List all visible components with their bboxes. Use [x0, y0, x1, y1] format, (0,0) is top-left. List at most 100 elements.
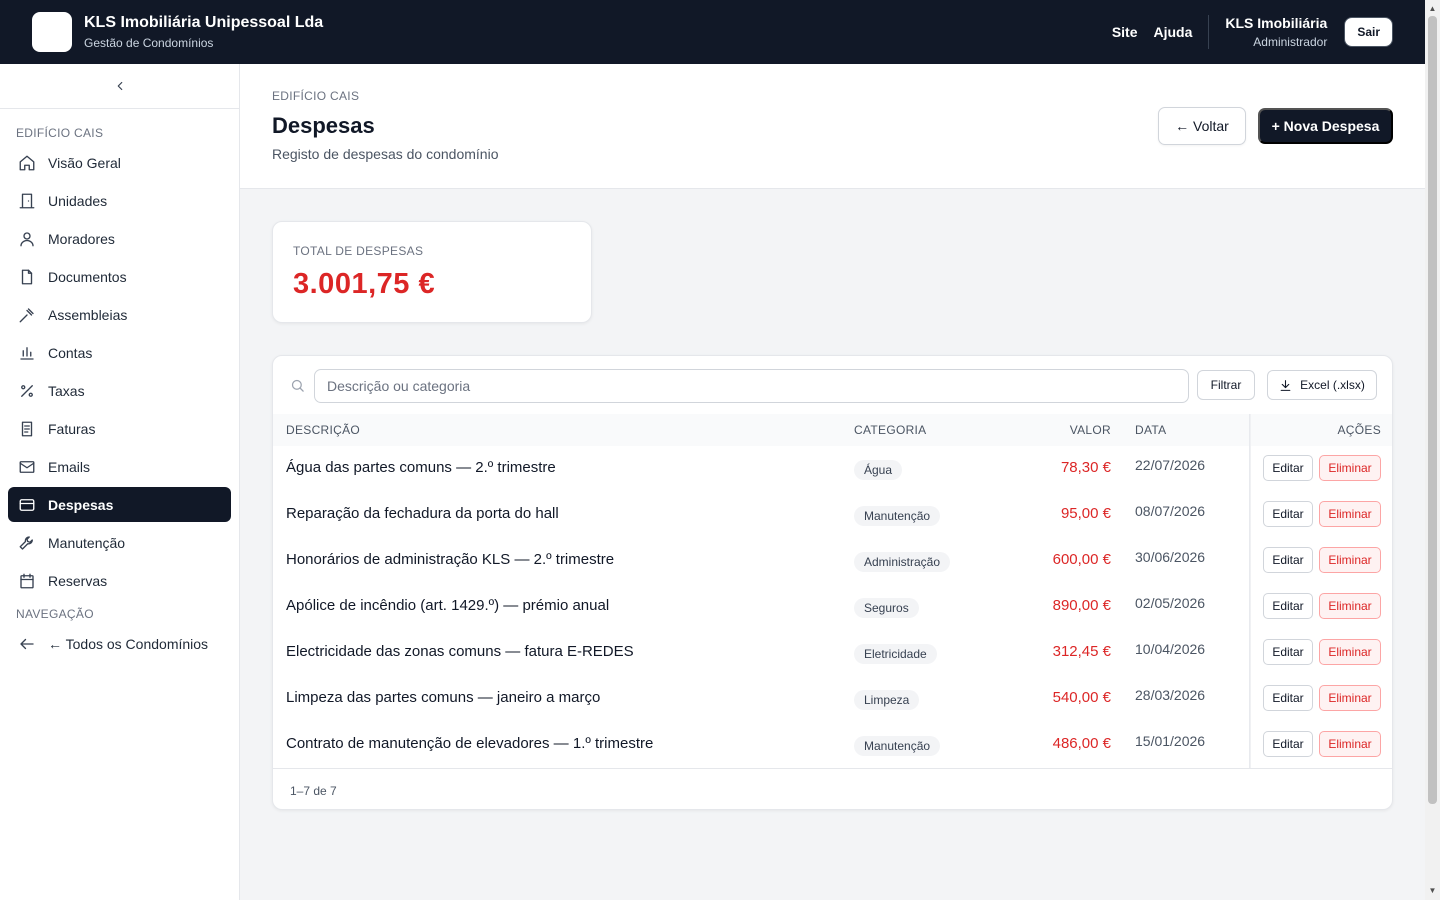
new-expense-button[interactable]: + Nova Despesa	[1258, 108, 1393, 144]
expense-description: Reparação da fechadura da porta do hall	[286, 505, 559, 522]
edit-button[interactable]: Editar	[1263, 547, 1313, 573]
arrow-left-icon	[18, 635, 36, 653]
expense-date: 22/07/2026	[1135, 457, 1206, 473]
credit-card-icon	[18, 496, 36, 514]
sidebar-item-label: Faturas	[48, 420, 96, 437]
sidebar-item-label: Visão Geral	[48, 154, 121, 171]
top-right: Site Ajuda KLS Imobiliária Administrador…	[1096, 14, 1393, 50]
receipt-icon	[18, 420, 36, 438]
column-header-category[interactable]: CATEGORIA	[854, 423, 927, 437]
edit-button[interactable]: Editar	[1263, 731, 1313, 757]
expense-date: 08/07/2026	[1135, 503, 1206, 519]
category-badge: Eletricidade	[854, 644, 937, 664]
company-name: KLS Imobiliária Unipessoal Lda	[84, 14, 324, 31]
sidebar-item-label: Reservas	[48, 572, 108, 589]
edit-button[interactable]: Editar	[1263, 639, 1313, 665]
logout-button[interactable]: Sair	[1344, 17, 1393, 47]
sidebar-nav-list: ← Todos os Condomínios	[0, 626, 239, 661]
top-bar: KLS Imobiliária Unipessoal Lda Gestão de…	[0, 0, 1425, 64]
sidebar-item-all-condominiums[interactable]: ← Todos os Condomínios	[8, 626, 231, 661]
expense-value: 95,00 €	[1060, 505, 1111, 522]
column-header-description[interactable]: DESCRIÇÃO	[286, 423, 360, 437]
brand: KLS Imobiliária Unipessoal Lda Gestão de…	[84, 13, 323, 51]
filter-button[interactable]: Filtrar	[1197, 370, 1255, 400]
expense-value: 486,00 €	[1052, 735, 1111, 752]
expense-value: 540,00 €	[1052, 689, 1111, 706]
user-name: KLS Imobiliária	[1225, 15, 1328, 31]
sidebar-item-manutencao[interactable]: Manutenção	[8, 525, 231, 560]
export-excel-button[interactable]: Excel (.xlsx)	[1267, 370, 1377, 400]
sidebar-item-taxas[interactable]: Taxas	[8, 373, 231, 408]
site-link[interactable]: Site	[1112, 24, 1138, 40]
expense-date: 02/05/2026	[1135, 595, 1206, 611]
category-badge: Manutenção	[854, 506, 941, 526]
column-header-date[interactable]: DATA	[1135, 423, 1166, 437]
expense-date: 30/06/2026	[1135, 549, 1206, 565]
delete-button[interactable]: Eliminar	[1319, 685, 1381, 711]
company-logo	[32, 12, 72, 52]
expense-description: Apólice de incêndio (art. 1429.º) — prém…	[286, 597, 610, 614]
sidebar-item-documentos[interactable]: Documentos	[8, 259, 231, 294]
search-input[interactable]	[314, 369, 1189, 403]
delete-button[interactable]: Eliminar	[1319, 593, 1381, 619]
sidebar-item-label: Taxas	[48, 382, 85, 399]
search-icon	[290, 378, 305, 398]
sidebar-item-label: Contas	[48, 344, 93, 361]
table-row: Contrato de manutenção de elevadores — 1…	[273, 722, 1392, 768]
delete-button[interactable]: Eliminar	[1319, 639, 1381, 665]
sidebar-item-contas[interactable]: Contas	[8, 335, 231, 370]
expense-value: 78,30 €	[1060, 459, 1111, 476]
sidebar-item-label: Manutenção	[48, 534, 126, 551]
sidebar-item-moradores[interactable]: Moradores	[8, 221, 231, 256]
download-icon	[1279, 379, 1292, 392]
sidebar-item-despesas[interactable]: Despesas	[8, 487, 231, 522]
back-button[interactable]: ← Voltar	[1158, 107, 1246, 145]
help-link[interactable]: Ajuda	[1154, 24, 1193, 40]
scroll-down-arrow-icon[interactable]: ▼	[1428, 886, 1437, 896]
edit-button[interactable]: Editar	[1263, 501, 1313, 527]
pagination-info: 1–7 de 7	[290, 784, 337, 798]
edit-button[interactable]: Editar	[1263, 685, 1313, 711]
table-row: Honorários de administração KLS — 2.º tr…	[273, 538, 1392, 584]
scroll-up-arrow-icon[interactable]: ▲	[1428, 4, 1437, 14]
sidebar-item-assembleias[interactable]: Assembleias	[8, 297, 231, 332]
sidebar-item-label: Emails	[48, 458, 91, 475]
sidebar-item-reservas[interactable]: Reservas	[8, 563, 231, 598]
page-header: EDIFÍCIO CAIS Despesas Registo de despes…	[240, 64, 1425, 189]
gavel-icon	[18, 306, 36, 324]
company-subtitle: Gestão de Condomínios	[84, 36, 214, 50]
chevron-left-icon	[117, 81, 122, 91]
category-badge: Água	[854, 460, 903, 480]
user-role: Administrador	[1253, 35, 1328, 49]
sidebar: EDIFÍCIO CAIS Visão Geral Unidades Morad…	[0, 64, 240, 900]
delete-button[interactable]: Eliminar	[1319, 547, 1381, 573]
category-badge: Administração	[854, 552, 951, 572]
category-badge: Seguros	[854, 598, 919, 618]
edit-button[interactable]: Editar	[1263, 593, 1313, 619]
sidebar-item-faturas[interactable]: Faturas	[8, 411, 231, 446]
delete-button[interactable]: Eliminar	[1319, 501, 1381, 527]
table-row: Água das partes comuns — 2.º trimestre Á…	[273, 446, 1392, 492]
category-badge: Manutenção	[854, 736, 941, 756]
column-header-value[interactable]: VALOR	[1063, 423, 1111, 437]
sidebar-item-emails[interactable]: Emails	[8, 449, 231, 484]
sidebar-item-label: Documentos	[48, 268, 127, 285]
table-row: Limpeza das partes comuns — janeiro a ma…	[273, 676, 1392, 722]
door-icon	[18, 192, 36, 210]
user-info: KLS Imobiliária Administrador	[1225, 14, 1327, 50]
delete-button[interactable]: Eliminar	[1319, 455, 1381, 481]
page-subtitle: Registo de despesas do condomínio	[272, 146, 499, 162]
total-expenses-card: TOTAL DE DESPESAS 3.001,75 €	[272, 221, 592, 323]
collapse-sidebar-button[interactable]	[0, 64, 239, 109]
table-toolbar: Filtrar Excel (.xlsx)	[273, 356, 1392, 414]
sidebar-item-visao-geral[interactable]: Visão Geral	[8, 145, 231, 180]
page-scrollbar[interactable]: ▲ ▼	[1425, 0, 1440, 900]
table-row: Electricidade das zonas comuns — fatura …	[273, 630, 1392, 676]
expense-value: 890,00 €	[1052, 597, 1111, 614]
edit-button[interactable]: Editar	[1263, 455, 1313, 481]
delete-button[interactable]: Eliminar	[1319, 731, 1381, 757]
scrollbar-thumb[interactable]	[1428, 16, 1437, 804]
expense-value: 312,45 €	[1052, 643, 1111, 660]
sidebar-item-unidades[interactable]: Unidades	[8, 183, 231, 218]
home-icon	[18, 154, 36, 172]
